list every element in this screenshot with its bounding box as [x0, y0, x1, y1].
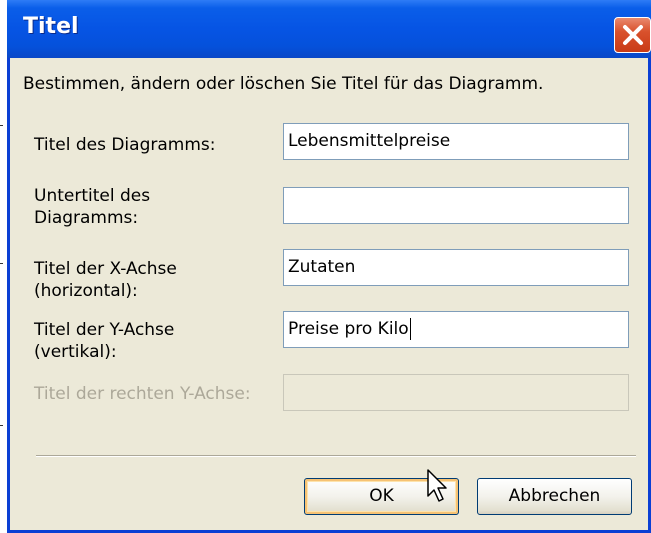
dialog-body: Bestimmen, ändern oder löschen Sie Titel…: [10, 58, 648, 530]
close-icon: [623, 25, 643, 45]
chart-title-label: Titel des Diagramms:: [34, 135, 216, 155]
title-bar[interactable]: Titel: [7, 0, 651, 58]
edge-mark: [0, 425, 3, 426]
edge-mark: [0, 263, 3, 264]
y-axis-title-label: Titel der Y-Achse (vertikal):: [34, 320, 175, 362]
cancel-button[interactable]: Abbrechen: [477, 478, 632, 515]
right-y-axis-title-label: Titel der rechten Y-Achse:: [34, 384, 251, 404]
close-button[interactable]: [614, 17, 651, 53]
mouse-pointer-icon: [427, 469, 447, 502]
text-caret: [409, 318, 411, 340]
x-axis-title-label: Titel der X-Achse (horizontal):: [34, 259, 177, 301]
chart-subtitle-input[interactable]: [283, 187, 629, 224]
y-axis-title-value: Preise pro Kilo: [288, 319, 409, 339]
dialog-title: Titel: [23, 14, 79, 39]
chart-subtitle-label: Untertitel des Diagramms:: [34, 186, 151, 228]
x-axis-title-input[interactable]: Zutaten: [283, 249, 629, 286]
divider: [36, 455, 636, 457]
edge-mark: [0, 125, 3, 126]
background-strip: [0, 0, 7, 533]
dialog-instructions: Bestimmen, ändern oder löschen Sie Titel…: [23, 74, 544, 94]
titles-dialog: Titel Bestimmen, ändern oder löschen Sie…: [7, 0, 651, 533]
chart-title-input[interactable]: Lebensmittelpreise: [283, 123, 629, 160]
right-y-axis-title-input: [283, 374, 629, 411]
y-axis-title-input[interactable]: Preise pro Kilo: [283, 311, 629, 348]
